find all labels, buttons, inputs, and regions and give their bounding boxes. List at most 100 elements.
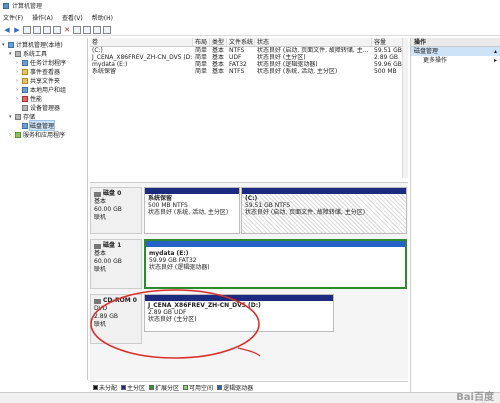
disk-name: CD-ROM 0 <box>103 297 137 304</box>
help-icon[interactable] <box>43 25 51 34</box>
tree-item[interactable]: › 性能 <box>0 94 87 103</box>
table-row[interactable]: mydata (E:) 简单 基本 FAT32 状态良好 (逻辑驱动器) 59.96 GB <box>90 61 408 68</box>
task-scheduler-icon <box>22 59 28 66</box>
column-filesystem[interactable]: 文件系统 <box>227 38 255 46</box>
partition-detail: 59.99 GB FAT32 <box>149 257 197 264</box>
table-row[interactable]: 系统保留 简单 基本 NTFS 状态良好 (系统, 活动, 主分区) 500 MB <box>90 68 408 75</box>
table-cell: 基本 <box>212 61 225 68</box>
partition-system-reserved[interactable]: 系统保留 500 MB NTFS 状态良好 (系统, 活动, 主分区) <box>144 187 240 234</box>
console-tree-icon[interactable] <box>53 25 61 34</box>
cdrom-0[interactable]: CD-ROM 0 DVD 2.89 GB 联机 J_CENA_X86FREV_Z… <box>90 294 408 344</box>
tree-item[interactable]: › 事件查看器 <box>0 67 87 76</box>
delete-icon[interactable]: ✕ <box>63 26 71 34</box>
legend-item: 可用空间 <box>183 383 213 392</box>
disk-size: 60.00 GB <box>94 206 122 213</box>
actions-pane: 操作 磁盘管理 ▴ 更多操作 ▸ <box>410 38 500 392</box>
back-icon[interactable]: ◀ <box>3 26 11 34</box>
table-cell: 简单 <box>195 47 208 54</box>
table-cell: 简单 <box>195 68 208 75</box>
legend-item: 未分配 <box>93 383 117 392</box>
volume-list-header: 卷 布局 类型 文件系统 状态 容量 <box>90 38 408 47</box>
collapse-icon[interactable]: ▴ <box>494 47 497 56</box>
table-cell: (C:) <box>92 47 103 54</box>
disk-type: 基本 <box>94 250 107 257</box>
menu-action[interactable]: 操作(A) <box>32 13 53 22</box>
expand-icon[interactable]: › <box>16 96 21 102</box>
legend-swatch <box>217 384 223 390</box>
expand-icon[interactable]: ▾ <box>9 51 14 57</box>
tree-item[interactable]: 磁盘管理 <box>0 120 87 131</box>
expand-icon[interactable]: ▾ <box>2 42 7 48</box>
expand-icon[interactable]: › <box>9 132 14 138</box>
tree-item[interactable]: ▾ 系统工具 <box>0 49 87 58</box>
tree-item-label: 事件查看器 <box>30 69 61 76</box>
table-cell: NTFS <box>229 68 245 75</box>
disk-status: 联机 <box>94 214 107 221</box>
partition-status: 状态良好 (启动, 页面文件, 故障转储, 主分区) <box>245 209 366 216</box>
check-icon[interactable] <box>73 25 81 34</box>
partition-name: (C:) <box>245 195 258 202</box>
disk-type: DVD <box>94 305 108 312</box>
volume-list-scrollbar[interactable] <box>402 38 408 178</box>
up-icon[interactable] <box>23 25 31 34</box>
legend-swatch <box>93 384 98 390</box>
disk-icon <box>94 243 101 249</box>
column-type[interactable]: 类型 <box>210 38 227 46</box>
cdrom-0-label[interactable]: CD-ROM 0 DVD 2.89 GB 联机 <box>90 294 142 344</box>
menu-help[interactable]: 帮助(H) <box>92 13 113 22</box>
disk-0-label[interactable]: 磁盘 0 基本 60.00 GB 联机 <box>90 187 142 234</box>
tree-item[interactable]: › 本地用户和组 <box>0 85 87 94</box>
tree-item[interactable]: 设备管理器 <box>0 103 87 112</box>
actions-header: 操作 <box>411 38 500 47</box>
table-row[interactable]: J_CENA_X86FREV_ZH-CN_DV5 (D:) 简单 基本 UDF 状态良好… <box>90 54 408 61</box>
partition-name: mydata (E:) <box>149 250 189 257</box>
tree-item[interactable]: ▾ 计算机管理(本地) <box>0 40 87 49</box>
chevron-right-icon: ▸ <box>493 57 497 64</box>
forward-icon[interactable]: ▶ <box>13 26 21 34</box>
partition-name: 系统保留 <box>148 195 173 202</box>
expand-icon[interactable]: › <box>16 60 21 66</box>
menu-view[interactable]: 查看(V) <box>62 13 83 22</box>
expand-icon[interactable]: › <box>16 87 21 93</box>
more-actions[interactable]: 更多操作 ▸ <box>411 56 500 65</box>
expand-icon[interactable]: › <box>16 69 21 75</box>
table-row[interactable]: (C:) 简单 基本 NTFS 状态良好 (启动, 页面文件, 故障转储, 主... 59… <box>90 47 408 54</box>
disk-0[interactable]: 磁盘 0 基本 60.00 GB 联机 系统保留 500 MB NTFS 状态良… <box>90 187 408 234</box>
tree-item[interactable]: › 任务计划程序 <box>0 58 87 67</box>
properties-icon[interactable] <box>33 25 41 34</box>
tree-item-label: 设备管理器 <box>30 105 61 112</box>
partition-detail: 2.89 GB UDF <box>148 309 187 316</box>
tree-item[interactable]: ▾ 存储 <box>0 112 87 121</box>
disk-status: 联机 <box>94 321 107 328</box>
column-layout[interactable]: 布局 <box>193 38 210 46</box>
menu-file[interactable]: 文件(F) <box>3 13 23 22</box>
list-icon[interactable] <box>103 25 111 34</box>
partition-d[interactable]: J_CENA_X86FREV_ZH-CN_DV5 (D:) 2.89 GB UD… <box>144 294 334 332</box>
shared-folder-icon <box>22 77 28 84</box>
search-icon[interactable] <box>93 25 101 34</box>
expand-icon[interactable]: › <box>16 78 21 84</box>
disk-1[interactable]: 磁盘 1 基本 60.00 GB 联机 mydata (E:) 59.99 GB… <box>90 239 408 289</box>
table-cell: 基本 <box>212 68 225 75</box>
disk-name: 磁盘 0 <box>103 190 122 197</box>
table-cell: 状态良好 (系统, 活动, 主分区) <box>257 68 338 75</box>
partition-c[interactable]: (C:) 59.51 GB NTFS 状态良好 (启动, 页面文件, 故障转储,… <box>241 187 407 234</box>
column-volume[interactable]: 卷 <box>90 38 193 46</box>
legend-item: 扩展分区 <box>149 383 179 392</box>
partition-e[interactable]: mydata (E:) 59.99 GB FAT32 状态良好 (逻辑驱动器) <box>144 239 407 289</box>
column-status[interactable]: 状态 <box>255 38 372 46</box>
services-icon <box>15 131 21 138</box>
partition-detail: 59.51 GB NTFS <box>245 202 291 209</box>
open-icon[interactable] <box>83 25 91 34</box>
legend-label: 扩展分区 <box>155 384 180 392</box>
disk-1-label[interactable]: 磁盘 1 基本 60.00 GB 联机 <box>90 239 142 289</box>
expand-icon[interactable]: ▾ <box>9 114 14 120</box>
table-cell: 状态良好 (主分区) <box>257 54 306 61</box>
cdrom-icon <box>94 298 101 304</box>
partition-status: 状态良好 (主分区) <box>148 316 197 323</box>
actions-selected[interactable]: 磁盘管理 ▴ <box>411 47 500 56</box>
disk-map-panel: 磁盘 0 基本 60.00 GB 联机 系统保留 500 MB NTFS 状态良… <box>90 182 408 380</box>
tree-item[interactable]: › 共享文件夹 <box>0 76 87 85</box>
table-cell: 系统保留 <box>92 68 117 75</box>
tree-item[interactable]: › 服务和应用程序 <box>0 130 87 139</box>
